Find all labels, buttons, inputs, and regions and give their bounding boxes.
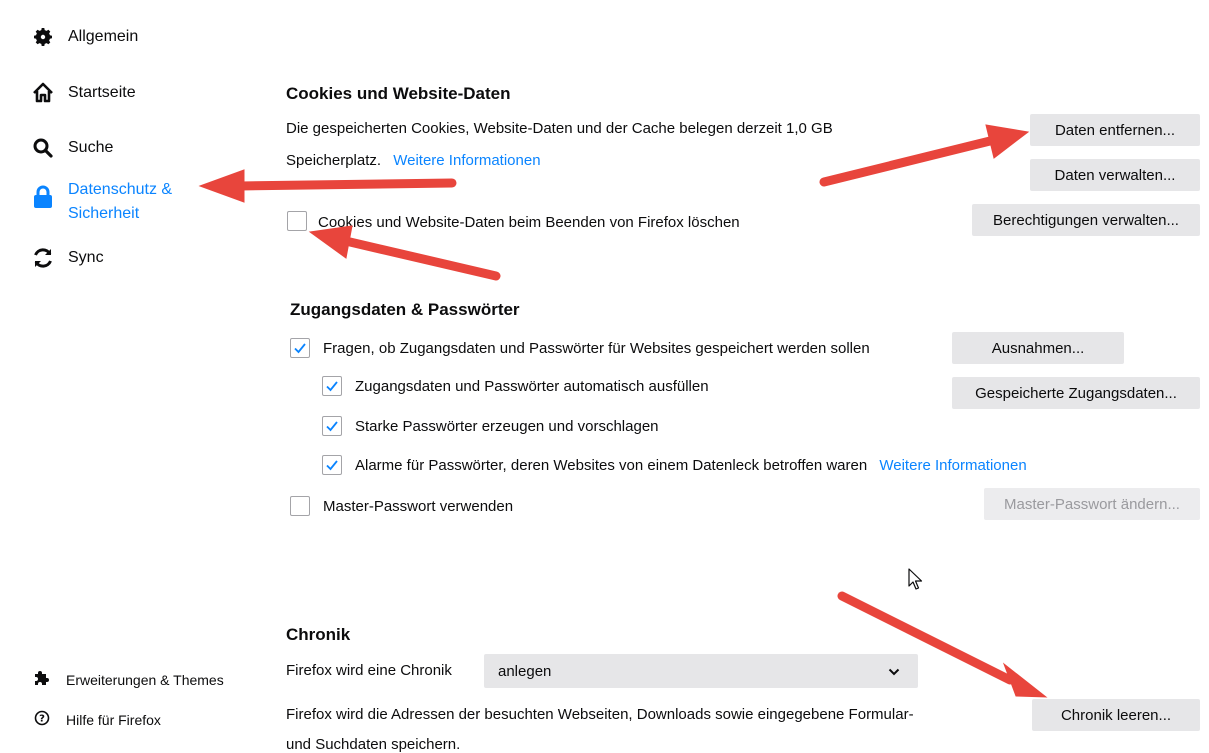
delete-cookies-on-close-checkbox[interactable] <box>287 211 307 231</box>
sidebar-item-label: Suche <box>68 139 114 156</box>
lock-icon <box>30 184 56 210</box>
help-icon: ? <box>34 710 50 729</box>
suggest-passwords-checkbox[interactable] <box>322 416 342 436</box>
checkmark-icon <box>326 381 338 392</box>
sidebar-item-help[interactable]: ? Hilfe für Firefox <box>34 710 161 729</box>
checkmark-icon <box>326 421 338 432</box>
sidebar-label-line2: Sicherheit <box>68 205 140 222</box>
ask-save-logins-label: Fragen, ob Zugangsdaten und Passwörter f… <box>323 340 870 357</box>
mouse-cursor-icon <box>908 568 923 590</box>
sidebar-item-label: Startseite <box>68 84 136 101</box>
master-password-label: Master-Passwort verwenden <box>323 498 514 515</box>
annotation-arrows <box>198 124 1048 698</box>
sidebar-item-startseite[interactable]: Startseite <box>30 80 136 106</box>
annotation-arrow-remove-data <box>819 124 1030 187</box>
suggest-passwords-label: Starke Passwörter erzeugen und vorschlag… <box>355 418 659 435</box>
history-heading: Chronik <box>286 625 351 644</box>
sidebar-item-label: Sync <box>68 249 104 266</box>
cookies-heading: Cookies und Website-Daten <box>286 84 511 103</box>
exceptions-button[interactable]: Ausnahmen... <box>952 332 1124 364</box>
history-description: Firefox wird die Adressen der besuchten … <box>286 706 914 723</box>
sidebar-item-extensions[interactable]: Erweiterungen & Themes <box>34 670 224 689</box>
breach-alerts-label: Alarme für Passwörter, deren Websites vo… <box>355 457 1027 474</box>
sidebar-item-sync[interactable]: Sync <box>30 245 104 271</box>
annotation-arrow-checkbox <box>308 225 501 281</box>
checkmark-icon <box>326 460 338 471</box>
logins-heading: Zugangsdaten & Passwörter <box>290 300 520 319</box>
sidebar-item-label: Erweiterungen & Themes <box>66 671 224 688</box>
manage-data-button[interactable]: Daten verwalten... <box>1030 159 1200 191</box>
saved-logins-button[interactable]: Gespeicherte Zugangsdaten... <box>952 377 1200 409</box>
cookies-more-info-link[interactable]: Weitere Informationen <box>393 152 540 169</box>
gear-icon <box>30 24 56 50</box>
delete-cookies-on-close-label: Cookies und Website-Daten beim Beenden v… <box>318 214 740 231</box>
search-icon <box>30 135 56 161</box>
history-mode-select[interactable]: anlegen <box>484 654 918 688</box>
manage-permissions-button[interactable]: Berechtigungen verwalten... <box>972 204 1200 236</box>
sidebar-label-line1: Datenschutz & <box>68 181 173 198</box>
sidebar-item-datenschutz[interactable]: Datenschutz & Sicherheit <box>30 178 172 226</box>
breach-alerts-text: Alarme für Passwörter, deren Websites vo… <box>355 457 868 474</box>
checkmark-icon <box>294 343 306 354</box>
svg-text:?: ? <box>39 714 45 725</box>
autofill-logins-checkbox[interactable] <box>322 376 342 396</box>
breach-alerts-more-info-link[interactable]: Weitere Informationen <box>879 457 1026 474</box>
master-password-checkbox[interactable] <box>290 496 310 516</box>
puzzle-icon <box>34 670 50 689</box>
cookies-description-tail: Speicherplatz. <box>286 152 382 169</box>
clear-history-button[interactable]: Chronik leeren... <box>1032 699 1200 731</box>
sidebar-item-label: Hilfe für Firefox <box>66 711 161 728</box>
cookies-description: Die gespeicherten Cookies, Website-Daten… <box>286 120 833 137</box>
history-mode-value: anlegen <box>498 662 552 680</box>
history-description-line2: und Suchdaten speichern. <box>286 736 461 753</box>
autofill-logins-label: Zugangsdaten und Passwörter automatisch … <box>355 378 709 395</box>
cookies-description-line2: Speicherplatz. Weitere Informationen <box>286 152 541 169</box>
sidebar-item-label: Datenschutz & Sicherheit <box>68 178 172 226</box>
sync-icon <box>30 245 56 271</box>
breach-alerts-checkbox[interactable] <box>322 455 342 475</box>
home-icon <box>30 80 56 106</box>
annotation-arrow-sidebar <box>198 169 457 203</box>
sidebar-item-suche[interactable]: Suche <box>30 135 113 161</box>
sidebar-item-label: Allgemein <box>68 28 139 45</box>
chevron-down-icon <box>888 663 900 680</box>
change-master-password-button[interactable]: Master-Passwort ändern... <box>984 488 1200 520</box>
remove-data-button[interactable]: Daten entfernen... <box>1030 114 1200 146</box>
sidebar-item-allgemein[interactable]: Allgemein <box>30 24 138 50</box>
history-mode-label: Firefox wird eine Chronik <box>286 662 452 679</box>
ask-save-logins-checkbox[interactable] <box>290 338 310 358</box>
